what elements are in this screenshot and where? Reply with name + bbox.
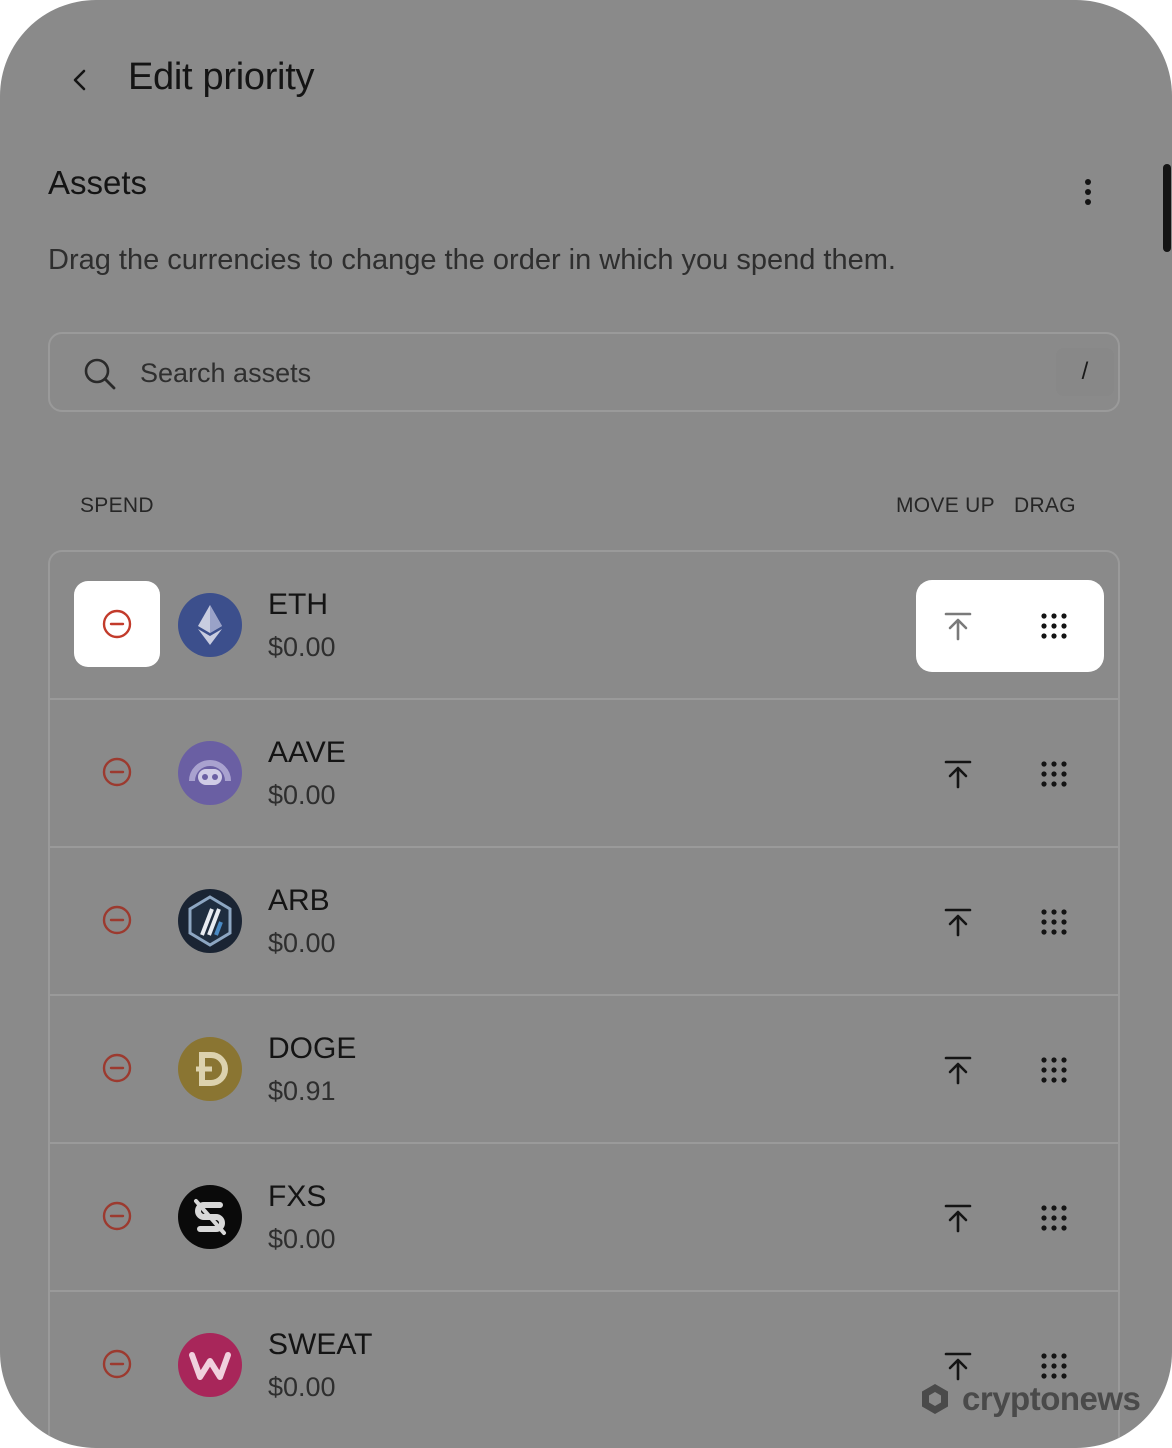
minus-circle-icon	[102, 905, 132, 935]
row-actions	[916, 728, 1104, 820]
arrow-up-to-line-icon	[944, 908, 972, 937]
remove-button[interactable]	[74, 877, 160, 963]
remove-button[interactable]	[74, 581, 160, 667]
arrow-up-to-line-icon	[944, 612, 972, 641]
asset-row-aave[interactable]: AAVE $0.00	[50, 700, 1118, 848]
asset-row-eth[interactable]: ETH $0.00	[50, 552, 1118, 700]
dogecoin-icon	[178, 1037, 242, 1101]
asset-balance: $0.00	[268, 1224, 336, 1254]
section-title: Assets	[48, 164, 148, 201]
move-up-button[interactable]	[936, 752, 980, 796]
arrow-up-to-line-icon	[944, 1204, 972, 1233]
grip-dots-icon	[1041, 613, 1067, 639]
watermark-text: cryptonews	[962, 1380, 1141, 1417]
aave-icon	[178, 741, 242, 805]
asset-balance: $0.00	[268, 632, 336, 662]
asset-name: SWEAT	[268, 1328, 373, 1361]
minus-circle-icon	[102, 757, 132, 787]
asset-balance: $0.00	[268, 780, 336, 810]
asset-name: ARB	[268, 884, 330, 917]
search-icon	[84, 358, 116, 390]
row-actions	[916, 580, 1104, 672]
more-vertical-icon	[1085, 179, 1091, 205]
minus-circle-icon	[102, 1201, 132, 1231]
grip-dots-icon	[1041, 1205, 1067, 1231]
search-field[interactable]: /	[48, 332, 1120, 412]
move-up-button[interactable]	[936, 604, 980, 648]
minus-circle-icon	[102, 609, 132, 639]
arbitrum-icon	[178, 889, 242, 953]
more-options-button[interactable]	[1068, 170, 1108, 214]
column-header-drag: DRAG	[1014, 494, 1076, 517]
asset-row-arb[interactable]: ARB $0.00	[50, 848, 1118, 996]
arrow-up-to-line-icon	[944, 1056, 972, 1085]
back-button[interactable]	[58, 58, 102, 102]
drag-handle[interactable]	[1032, 604, 1076, 648]
asset-balance: $0.00	[268, 928, 336, 958]
move-up-button[interactable]	[936, 1048, 980, 1092]
drag-handle[interactable]	[1032, 752, 1076, 796]
remove-button[interactable]	[74, 1173, 160, 1259]
asset-name: FXS	[268, 1180, 327, 1213]
watermark: cryptonews	[918, 1380, 1141, 1418]
column-header-spend: SPEND	[80, 494, 154, 517]
asset-balance: $0.00	[268, 1372, 336, 1402]
asset-name: DOGE	[268, 1032, 357, 1065]
arrow-up-to-line-icon	[944, 760, 972, 789]
drag-handle[interactable]	[1032, 900, 1076, 944]
section-description: Drag the currencies to change the order …	[48, 244, 896, 276]
grip-dots-icon	[1041, 1057, 1067, 1083]
remove-button[interactable]	[74, 1321, 160, 1407]
grip-dots-icon	[1041, 761, 1067, 787]
grip-dots-icon	[1041, 909, 1067, 935]
page-title: Edit priority	[128, 56, 315, 98]
minus-circle-icon	[102, 1349, 132, 1379]
asset-name: AAVE	[268, 736, 346, 769]
asset-balance: $0.91	[268, 1076, 336, 1106]
drag-handle[interactable]	[1032, 1048, 1076, 1092]
cryptonews-logo-icon	[922, 1384, 948, 1414]
move-up-button[interactable]	[936, 1196, 980, 1240]
row-actions	[916, 1024, 1104, 1116]
arrow-up-to-line-icon	[944, 1352, 972, 1381]
row-actions	[916, 876, 1104, 968]
sweat-icon	[178, 1333, 242, 1397]
grip-dots-icon	[1041, 1353, 1067, 1379]
asset-list: ETH $0.00 AAVE $0.00 ARB $0.00 DOGE $0.9…	[48, 550, 1120, 1448]
chevron-left-icon	[73, 69, 86, 91]
remove-button[interactable]	[74, 729, 160, 815]
scrollbar[interactable]	[1163, 164, 1171, 252]
minus-circle-icon	[102, 1053, 132, 1083]
drag-handle[interactable]	[1032, 1196, 1076, 1240]
search-shortcut-key: /	[1056, 348, 1114, 396]
asset-row-doge[interactable]: DOGE $0.91	[50, 996, 1118, 1144]
edit-priority-screen: Edit priority Assets Drag the currencies…	[0, 0, 1172, 1448]
row-actions	[916, 1172, 1104, 1264]
frax-share-icon	[178, 1185, 242, 1249]
search-input[interactable]	[138, 348, 1022, 398]
move-up-button[interactable]	[936, 900, 980, 944]
ethereum-icon	[178, 593, 242, 657]
column-header-move-up: MOVE UP	[896, 494, 995, 517]
asset-name: ETH	[268, 588, 328, 621]
remove-button[interactable]	[74, 1025, 160, 1111]
asset-row-fxs[interactable]: FXS $0.00	[50, 1144, 1118, 1292]
